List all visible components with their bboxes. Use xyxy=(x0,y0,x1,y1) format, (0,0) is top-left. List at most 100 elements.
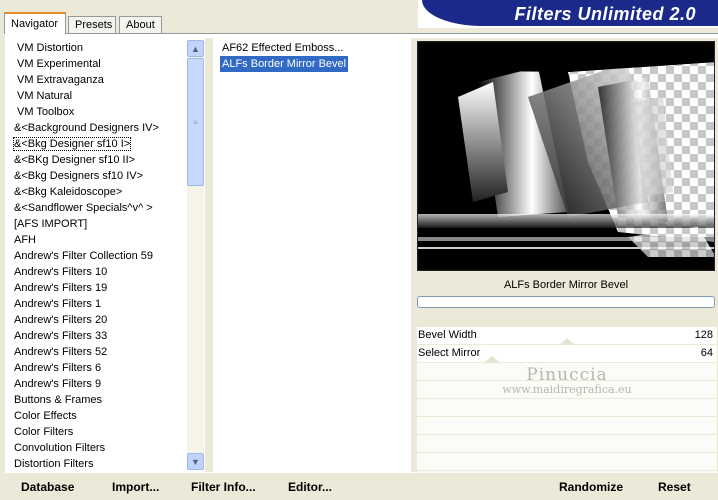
category-item[interactable]: &<Sandflower Specials^v^ > xyxy=(6,200,186,216)
category-item[interactable]: Andrew's Filters 52 xyxy=(6,344,186,360)
category-label: AFH xyxy=(14,234,36,246)
category-label: Andrew's Filters 52 xyxy=(14,346,108,358)
app-banner: Filters Unlimited 2.0 xyxy=(418,0,718,28)
category-item[interactable]: Andrew's Filters 1 xyxy=(6,296,186,312)
slider-thumb[interactable] xyxy=(484,356,500,363)
bottom-toolbar: Database Import... Filter Info... Editor… xyxy=(0,473,718,500)
category-label: Andrew's Filters 19 xyxy=(14,282,108,294)
randomize-button[interactable]: Randomize xyxy=(559,480,623,494)
category-label: Convolution Filters xyxy=(14,442,106,454)
banner-title: Filters Unlimited 2.0 xyxy=(514,4,696,24)
tab-about[interactable]: About xyxy=(119,16,162,33)
category-label: Andrew's Filter Collection 59 xyxy=(14,250,154,262)
category-item[interactable]: AFH xyxy=(6,232,186,248)
category-label: VM Extravaganza xyxy=(17,74,104,86)
scroll-down-button[interactable]: ▼ xyxy=(187,453,204,470)
category-label: &<Bkg Kaleidoscope> xyxy=(14,186,123,198)
category-label: Color Effects xyxy=(14,410,77,422)
slider-empty xyxy=(417,399,717,417)
slider-empty xyxy=(417,381,717,399)
progress-bar xyxy=(417,296,715,308)
filter-item[interactable]: ALFs Border Mirror Bevel xyxy=(220,56,349,72)
category-item[interactable]: Convolution Filters xyxy=(6,440,186,456)
category-label: Andrew's Filters 33 xyxy=(14,330,108,342)
category-scrollbar[interactable]: ▲ ≡ ▼ xyxy=(187,40,204,470)
slider-empty xyxy=(417,417,717,435)
category-label: Andrew's Filters 10 xyxy=(14,266,108,278)
slider-label: Select Mirror xyxy=(418,347,481,359)
category-item[interactable]: Color Effects xyxy=(6,408,186,424)
database-button[interactable]: Database xyxy=(21,480,74,494)
category-label: VM Toolbox xyxy=(17,106,75,118)
category-item[interactable]: Andrew's Filters 6 xyxy=(6,360,186,376)
filter-settings-pane: ALFs Border Mirror Bevel Bevel Width 128… xyxy=(417,38,718,489)
slider-empty xyxy=(417,363,717,381)
slider-label: Bevel Width xyxy=(418,329,477,341)
category-items: VM Distortion VM Experimental VM Extravaga… xyxy=(6,40,186,472)
selected-filter-title: ALFs Border Mirror Bevel xyxy=(503,279,629,291)
category-label: &<BKg Designer sf10 II> xyxy=(14,154,136,166)
category-label: Andrew's Filters 6 xyxy=(14,362,102,374)
category-item[interactable]: &<Background Designers IV> xyxy=(6,120,186,136)
category-label: [AFS IMPORT] xyxy=(14,218,88,230)
category-item[interactable]: &<BKg Designer sf10 II> xyxy=(6,152,186,168)
filter-row: AF62 Effected Emboss... xyxy=(213,40,411,56)
filter-item[interactable]: AF62 Effected Emboss... xyxy=(220,40,345,56)
category-item[interactable]: Distortion Filters xyxy=(6,456,186,472)
category-item[interactable]: Andrew's Filters 10 xyxy=(6,264,186,280)
tab-presets[interactable]: Presets xyxy=(68,16,116,33)
category-item[interactable]: Andrew's Filters 19 xyxy=(6,280,186,296)
category-label: &<Sandflower Specials^v^ > xyxy=(14,202,153,214)
category-label: Buttons & Frames xyxy=(14,394,103,406)
scroll-thumb[interactable]: ≡ xyxy=(187,58,204,186)
category-label: VM Experimental xyxy=(17,58,101,70)
category-item[interactable]: VM Extravaganza xyxy=(6,72,186,88)
category-item[interactable]: VM Natural xyxy=(6,88,186,104)
category-item[interactable]: VM Distortion xyxy=(6,40,186,56)
category-item[interactable]: Andrew's Filters 33 xyxy=(6,328,186,344)
category-item[interactable]: [AFS IMPORT] xyxy=(6,216,186,232)
grip-icon: ≡ xyxy=(193,117,198,127)
import-button[interactable]: Import... xyxy=(112,480,159,494)
filter-list[interactable]: AF62 Effected Emboss... ALFs Border Mirro… xyxy=(213,38,411,472)
filter-row: ALFs Border Mirror Bevel xyxy=(213,56,411,72)
slider-value: 64 xyxy=(700,347,713,359)
editor-button[interactable]: Editor... xyxy=(288,480,332,494)
category-item[interactable]: VM Toolbox xyxy=(6,104,186,120)
splitter-left[interactable] xyxy=(205,38,213,472)
category-item[interactable]: Color Filters xyxy=(6,424,186,440)
chevron-down-icon: ▼ xyxy=(191,456,200,467)
category-label: &<Bkg Designers sf10 IV> xyxy=(14,170,144,182)
slider-bevel-width[interactable]: Bevel Width 128 xyxy=(417,327,717,345)
tab-navigator[interactable]: Navigator xyxy=(4,12,66,34)
slider-value: 128 xyxy=(694,329,713,341)
slider-empty xyxy=(417,453,717,471)
category-label: &<Bkg Designer sf10 I> xyxy=(12,137,132,151)
filter-items: AF62 Effected Emboss... ALFs Border Mirro… xyxy=(213,38,411,72)
category-item[interactable]: Andrew's Filters 20 xyxy=(6,312,186,328)
category-item[interactable]: Andrew's Filters 9 xyxy=(6,376,186,392)
category-label: Andrew's Filters 9 xyxy=(14,378,102,390)
tab-bar: Navigator Presets About Filters Unlimite… xyxy=(0,0,718,34)
category-label: VM Natural xyxy=(17,90,73,102)
category-item[interactable]: &<Bkg Designers sf10 IV> xyxy=(6,168,186,184)
category-label: VM Distortion xyxy=(17,42,84,54)
category-item[interactable]: Buttons & Frames xyxy=(6,392,186,408)
reset-button[interactable]: Reset xyxy=(658,480,691,494)
category-item[interactable]: VM Experimental xyxy=(6,56,186,72)
category-list[interactable]: VM Distortion VM Experimental VM Extravaga… xyxy=(6,38,204,472)
category-label: &<Background Designers IV> xyxy=(14,122,159,134)
category-label: Distortion Filters xyxy=(14,458,94,470)
chevron-up-icon: ▲ xyxy=(191,43,200,54)
category-label: Color Filters xyxy=(14,426,74,438)
scroll-up-button[interactable]: ▲ xyxy=(187,40,204,57)
category-item[interactable]: &<Bkg Designer sf10 I> xyxy=(6,136,186,152)
preview-graphic xyxy=(418,42,714,270)
slider-select-mirror[interactable]: Select Mirror 64 xyxy=(417,345,717,363)
category-item[interactable]: Andrew's Filter Collection 59 xyxy=(6,248,186,264)
filter-info-button[interactable]: Filter Info... xyxy=(191,480,256,494)
category-label: Andrew's Filters 1 xyxy=(14,298,102,310)
slider-thumb[interactable] xyxy=(559,338,575,345)
slider-list: Bevel Width 128 Select Mirror 64 xyxy=(417,327,717,489)
category-item[interactable]: &<Bkg Kaleidoscope> xyxy=(6,184,186,200)
